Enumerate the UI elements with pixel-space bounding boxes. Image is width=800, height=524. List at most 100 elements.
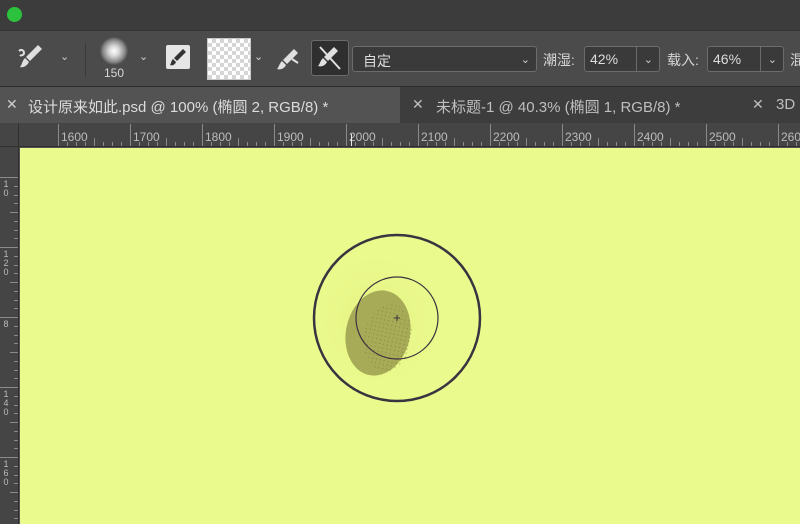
ruler-minor-tick [14,448,18,450]
ruler-minor-tick [481,142,482,146]
ruler-minor-tick [445,142,446,146]
ruler-minor-tick [616,142,617,146]
brush-preset-preview[interactable] [100,37,128,65]
ruler-minor-tick [679,142,680,146]
ruler-label: 8 [3,319,9,329]
close-window-button[interactable] [7,7,22,22]
ruler-minor-tick [14,194,18,196]
ruler-minor-tick [571,142,572,146]
tab-document-3[interactable]: ✕ 3D [746,87,800,124]
mix-label: 混 [790,52,800,68]
ruler-minor-tick [14,378,18,380]
ruler-minor-tick [157,142,158,146]
ruler-minor-tick [193,142,194,146]
ruler-minor-tick [148,142,149,146]
ruler-minor-tick [14,229,18,231]
ruler-minor-tick [328,142,329,146]
clean-brush-icon[interactable] [311,40,349,76]
ruler-label: 2400 [637,130,664,144]
ruler-minor-tick [364,142,365,146]
vertical-ruler[interactable]: 1 0 1 2 0 8 1 4 0 1 6 0 [0,147,19,524]
ruler-minor-tick [472,142,473,146]
ruler-minor-tick [310,138,311,146]
ruler-minor-tick [427,142,428,146]
tab-document-2[interactable]: ✕ 未标题-1 @ 40.3% (椭圆 1, RGB/8) * [406,87,742,124]
ruler-minor-tick [661,142,662,146]
ruler-minor-tick [103,142,104,146]
ruler-minor-tick [85,142,86,146]
chevron-down-icon[interactable]: ⌄ [60,50,69,63]
current-paint-swatch[interactable] [207,38,251,80]
load-value: 46% [713,51,742,67]
ruler-minor-tick [14,500,18,502]
ruler-minor-tick [14,413,18,415]
ruler-label: 260 [781,130,800,144]
ruler-minor-tick [292,142,293,146]
chevron-down-icon[interactable]: ⌄ [768,53,777,66]
ruler-minor-tick [400,142,401,146]
ruler-minor-tick [652,142,653,146]
ruler-minor-tick [14,430,18,432]
ruler-cursor-marker [351,134,352,146]
ruler-minor-tick [14,238,18,240]
close-icon[interactable]: ✕ [752,96,764,113]
close-icon[interactable]: ✕ [6,96,18,113]
ruler-minor-tick [10,282,18,283]
ruler-label: 1 4 0 [3,389,9,417]
canvas-artwork [294,233,482,403]
ruler-minor-tick [625,142,626,146]
ruler-minor-tick [14,220,18,222]
mix-preset-select[interactable]: 自定 ⌄ [352,46,537,72]
ruler-minor-tick [94,138,95,146]
ruler-minor-tick [14,369,18,371]
ruler-label: 1 6 0 [3,459,9,487]
ruler-minor-tick [535,142,536,146]
ruler-label: 1700 [133,130,160,144]
ruler-minor-tick [14,255,18,257]
chevron-down-icon: ⌄ [520,54,530,66]
ruler-minor-tick [14,334,18,336]
ruler-minor-tick [598,138,599,146]
ruler-minor-tick [787,142,788,146]
ruler-minor-tick [14,518,18,520]
ruler-minor-tick [256,142,257,146]
chevron-down-icon[interactable]: ⌄ [254,50,263,63]
ruler-major-tick [490,124,491,146]
ruler-major-tick [778,124,779,146]
ruler-origin[interactable] [0,123,19,147]
chevron-down-icon[interactable]: ⌄ [139,50,148,63]
ruler-minor-tick [14,299,18,301]
ruler-label: 2200 [493,130,520,144]
ruler-minor-tick [112,142,113,146]
ruler-minor-tick [10,492,18,493]
tab-document-1[interactable]: ✕ 设计原来如此.psd @ 100% (椭圆 2, RGB/8) * [0,87,400,124]
ruler-minor-tick [409,142,410,146]
chevron-down-icon[interactable]: ⌄ [644,53,653,66]
ruler-minor-tick [166,138,167,146]
wet-input[interactable]: 42% ⌄ [584,46,660,72]
ruler-minor-tick [14,509,18,511]
ruler-label: 2300 [565,130,592,144]
ruler-minor-tick [14,273,18,275]
ruler-minor-tick [139,142,140,146]
document-canvas[interactable] [20,148,800,524]
ruler-minor-tick [220,142,221,146]
ruler-minor-tick [499,142,500,146]
ruler-major-tick [0,247,18,248]
tab-label: 3D [776,96,796,113]
close-icon[interactable]: ✕ [412,96,424,113]
ruler-minor-tick [796,142,797,146]
horizontal-ruler[interactable]: 1600 1700 1800 1900 2000 2100 2200 2300 2400 2500… [0,123,800,147]
brush-mode-icon[interactable] [166,45,190,69]
ruler-minor-tick [670,138,671,146]
ruler-label: 1600 [61,130,88,144]
mixer-brush-icon[interactable] [16,41,48,73]
load-brush-icon[interactable] [274,45,302,73]
ruler-minor-tick [742,138,743,146]
load-label: 载入: [667,52,699,68]
load-input[interactable]: 46% ⌄ [707,46,784,72]
ruler-minor-tick [14,325,18,327]
ruler-label: 2500 [709,130,736,144]
ruler-minor-tick [769,142,770,146]
ruler-minor-tick [337,142,338,146]
